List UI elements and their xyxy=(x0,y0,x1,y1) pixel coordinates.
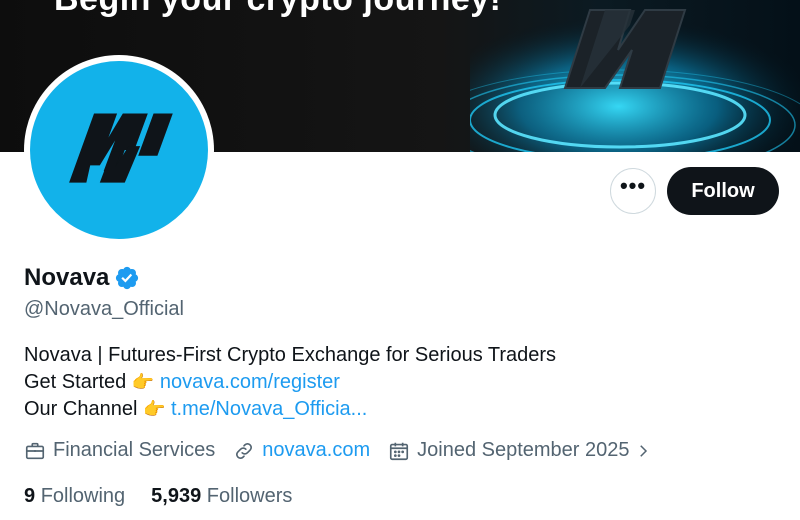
banner-tagline: Begin your crypto journey! xyxy=(54,0,502,19)
meta-joined: Joined September 2025 xyxy=(388,439,658,462)
following-count: 9 xyxy=(24,485,36,507)
meta-category: Financial Services xyxy=(24,439,215,462)
link-icon xyxy=(236,442,253,459)
user-handle: @Novava_Official xyxy=(24,298,184,320)
pointing-hand-emoji: 👉 xyxy=(142,399,166,419)
display-name: Novava xyxy=(24,264,110,291)
name-row: Novava xyxy=(24,264,140,292)
telegram-channel-link[interactable]: t.me/Novava_Officia... xyxy=(171,398,367,420)
bio-channel-text: Our Channel xyxy=(24,398,138,420)
calendar-icon xyxy=(390,442,409,460)
follow-stats: 9 Following 5,939 Followers xyxy=(24,485,318,508)
more-options-button[interactable]: ••• xyxy=(610,168,656,214)
joined-date: Joined September 2025 xyxy=(417,439,630,461)
meta-website: novava.com xyxy=(233,439,370,462)
briefcase-icon xyxy=(25,442,45,459)
followers-stat[interactable]: 5,939 Followers xyxy=(151,485,292,508)
bio-line-3: Our Channel 👉 t.me/Novava_Officia... xyxy=(24,396,556,423)
bio-line-1: Novava | Futures-First Crypto Exchange f… xyxy=(24,344,557,366)
category-label: Financial Services xyxy=(53,439,216,461)
profile-meta: Financial Services novava.com Joined Sep… xyxy=(24,439,677,462)
register-link[interactable]: novava.com/register xyxy=(160,371,340,393)
banner-logo-art xyxy=(470,0,800,152)
verified-badge-icon[interactable] xyxy=(114,265,140,291)
chevron-right-icon[interactable] xyxy=(634,440,652,462)
follow-button[interactable]: Follow xyxy=(667,167,779,215)
novava-logo-icon xyxy=(69,113,173,183)
bio-line-2: Get Started 👉 novava.com/register xyxy=(24,369,556,396)
pointing-hand-emoji: 👉 xyxy=(131,372,155,392)
following-stat[interactable]: 9 Following xyxy=(24,485,125,508)
following-label: Following xyxy=(40,485,126,507)
bio-get-started-text: Get Started xyxy=(24,371,127,393)
profile-bio: Novava | Futures-First Crypto Exchange f… xyxy=(24,342,556,423)
followers-label: Followers xyxy=(206,485,293,507)
more-options-icon: ••• xyxy=(619,173,647,198)
website-link[interactable]: novava.com xyxy=(262,439,370,462)
avatar[interactable] xyxy=(30,61,208,239)
followers-count: 5,939 xyxy=(151,485,202,507)
